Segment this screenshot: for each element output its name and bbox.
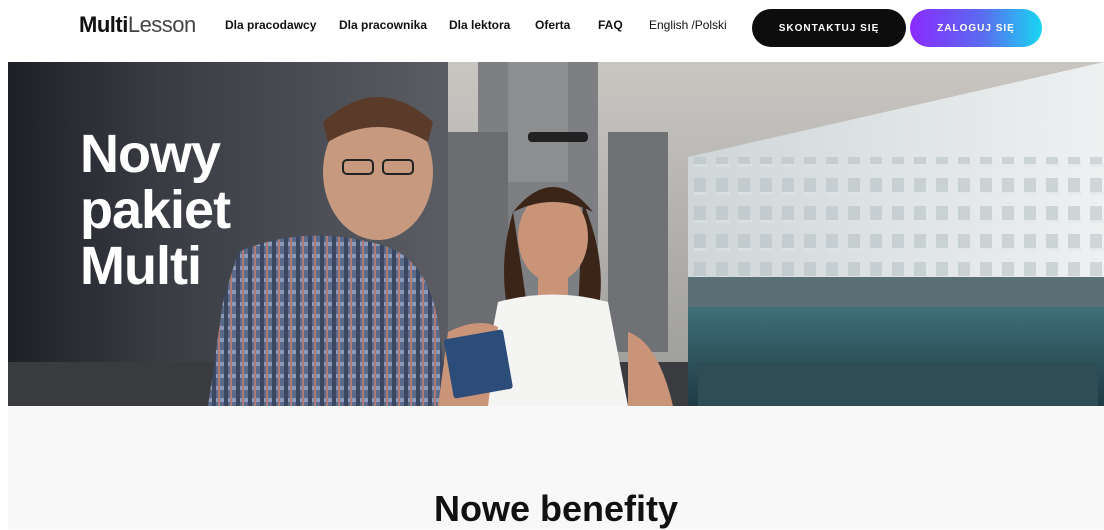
nav-dla-lektora[interactable]: Dla lektora — [449, 18, 510, 32]
hero-title-line-3: Multi — [80, 236, 202, 296]
logo-light-text: Lesson — [127, 12, 196, 37]
nav-oferta[interactable]: Oferta — [535, 18, 570, 32]
login-button[interactable]: ZALOGUJ SIĘ — [910, 9, 1042, 47]
site-header: MultiLesson Dla pracodawcy Dla pracownik… — [0, 0, 1104, 56]
nav-faq[interactable]: FAQ — [598, 18, 623, 32]
language-switcher: English/Polski — [649, 18, 727, 32]
benefits-section: Nowe benefity — [8, 406, 1104, 529]
nav-dla-pracownika[interactable]: Dla pracownika — [339, 18, 427, 32]
multilesson-logo[interactable]: MultiLesson — [79, 12, 196, 38]
contact-button[interactable]: SKONTAKTUJ SIĘ — [752, 9, 906, 47]
lang-polski[interactable]: Polski — [695, 18, 727, 32]
logo-bold-text: Multi — [79, 12, 128, 37]
hero-title-line-1: Nowy — [80, 124, 221, 184]
hero-title-line-2: pakiet — [80, 180, 231, 240]
benefits-heading: Nowe benefity — [433, 488, 679, 529]
nav-dla-pracodawcy[interactable]: Dla pracodawcy — [225, 18, 316, 32]
hero-title: Nowy pakiet Multi — [80, 124, 231, 296]
lang-english[interactable]: English — [649, 18, 688, 32]
hero-banner: Nowy pakiet Multi — [8, 62, 1104, 406]
